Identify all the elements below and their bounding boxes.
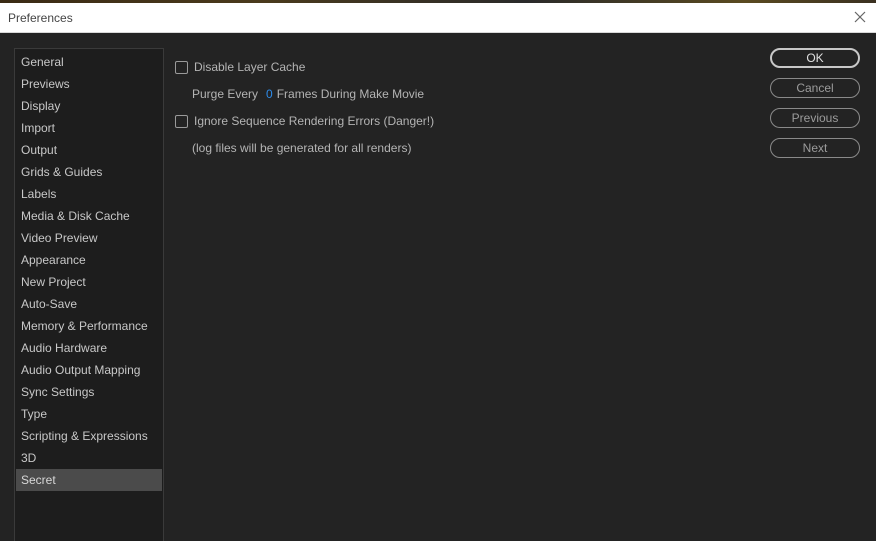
category-list: General Previews Display Import Output G… (14, 48, 164, 541)
sidebar-item-general[interactable]: General (15, 51, 163, 73)
sidebar-item-media-disk-cache[interactable]: Media & Disk Cache (15, 205, 163, 227)
title-bar: Preferences (0, 3, 876, 33)
log-note-row: (log files will be generated for all ren… (192, 139, 411, 157)
secret-settings-panel: Disable Layer Cache Purge Every 0 Frames… (175, 58, 735, 198)
ignore-errors-row: Ignore Sequence Rendering Errors (Danger… (175, 112, 434, 130)
sidebar-item-appearance[interactable]: Appearance (15, 249, 163, 271)
previous-button[interactable]: Previous (770, 108, 860, 128)
sidebar-item-previews[interactable]: Previews (15, 73, 163, 95)
sidebar-item-secret[interactable]: Secret (16, 469, 162, 491)
sidebar-item-type[interactable]: Type (15, 403, 163, 425)
sidebar-item-3d[interactable]: 3D (15, 447, 163, 469)
purge-frames-suffix: Frames During Make Movie (276, 87, 425, 101)
sidebar-item-scripting-expressions[interactable]: Scripting & Expressions (15, 425, 163, 447)
sidebar-item-auto-save[interactable]: Auto-Save (15, 293, 163, 315)
sidebar-item-sync-settings[interactable]: Sync Settings (15, 381, 163, 403)
disable-layer-cache-label[interactable]: Disable Layer Cache (194, 60, 305, 74)
sidebar-item-video-preview[interactable]: Video Preview (15, 227, 163, 249)
purge-every-label: Purge Every (192, 87, 259, 101)
sidebar-item-audio-hardware[interactable]: Audio Hardware (15, 337, 163, 359)
disable-layer-cache-checkbox[interactable] (175, 60, 188, 74)
ignore-errors-label[interactable]: Ignore Sequence Rendering Errors (Danger… (194, 114, 434, 128)
sidebar-item-import[interactable]: Import (15, 117, 163, 139)
sidebar-item-labels[interactable]: Labels (15, 183, 163, 205)
sidebar-item-new-project[interactable]: New Project (15, 271, 163, 293)
sidebar-item-audio-output-mapping[interactable]: Audio Output Mapping (15, 359, 163, 381)
window-title: Preferences (8, 11, 73, 25)
next-button[interactable]: Next (770, 138, 860, 158)
sidebar-item-output[interactable]: Output (15, 139, 163, 161)
log-files-note: (log files will be generated for all ren… (192, 141, 412, 155)
ignore-errors-checkbox[interactable] (175, 114, 188, 128)
sidebar-item-display[interactable]: Display (15, 95, 163, 117)
close-icon[interactable] (852, 9, 868, 25)
purge-every-row: Purge Every 0 Frames During Make Movie (192, 85, 424, 103)
purge-frames-value[interactable]: 0 (266, 87, 273, 101)
cancel-button[interactable]: Cancel (770, 78, 860, 98)
sidebar-item-grids-guides[interactable]: Grids & Guides (15, 161, 163, 183)
disable-layer-cache-row: Disable Layer Cache (175, 58, 305, 76)
ok-button[interactable]: OK (770, 48, 860, 68)
sidebar-item-memory-performance[interactable]: Memory & Performance (15, 315, 163, 337)
preferences-dialog: General Previews Display Import Output G… (0, 33, 876, 541)
